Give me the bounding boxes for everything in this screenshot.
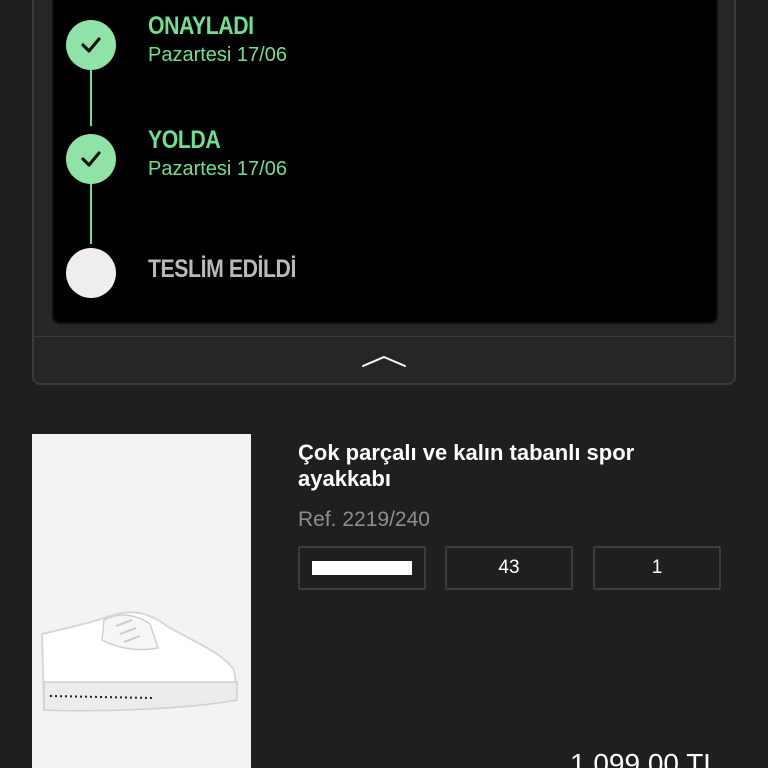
- chevron-up-icon: [362, 355, 406, 367]
- sneaker-icon: [40, 611, 239, 712]
- size-option[interactable]: 43: [445, 546, 573, 590]
- check-icon: [81, 151, 101, 167]
- step-title: YOLDA: [148, 126, 221, 154]
- step-status-dot: [66, 134, 116, 184]
- color-option[interactable]: [298, 546, 426, 590]
- step-status-dot: [66, 248, 116, 298]
- timeline-step-delivered: TESLİM EDİLDİ: [52, 248, 652, 308]
- timeline-step-confirmed: ONAYLADI Pazartesi 17/06: [52, 12, 652, 80]
- product-reference: Ref. 2219/240: [298, 508, 430, 531]
- timeline-step-in-transit: YOLDA Pazartesi 17/06: [52, 126, 652, 194]
- quantity-option[interactable]: 1: [593, 546, 721, 590]
- step-status-dot: [66, 20, 116, 70]
- order-timeline: ONAYLADI Pazartesi 17/06 YOLDA Pazartesi…: [52, 0, 718, 324]
- product-image[interactable]: [32, 434, 251, 768]
- step-title: TESLİM EDİLDİ: [148, 255, 296, 283]
- order-tracking-card: ONAYLADI Pazartesi 17/06 YOLDA Pazartesi…: [32, 0, 736, 385]
- product-price: 1.099,00 TL: [570, 748, 719, 768]
- collapse-tracking-button[interactable]: [34, 336, 734, 384]
- step-date: Pazartesi 17/06: [148, 158, 287, 180]
- step-title: ONAYLADI: [148, 12, 254, 40]
- step-date: Pazartesi 17/06: [148, 44, 287, 66]
- order-detail-page: ONAYLADI Pazartesi 17/06 YOLDA Pazartesi…: [0, 0, 768, 768]
- product-name[interactable]: Çok parçalı ve kalın tabanlı spor ayakka…: [298, 440, 718, 492]
- color-swatch: [312, 561, 412, 575]
- check-icon: [81, 37, 101, 53]
